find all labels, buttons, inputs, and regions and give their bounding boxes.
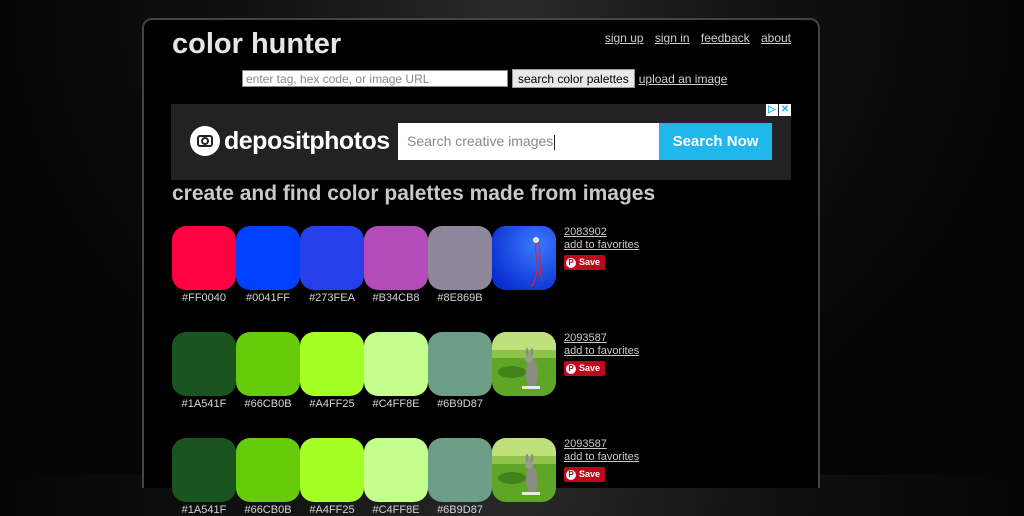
- add-to-favorites-link[interactable]: add to favorites: [564, 451, 639, 464]
- swatch-color-block[interactable]: [428, 226, 492, 290]
- ad-banner[interactable]: depositphotos Search creative images Sea…: [171, 104, 791, 180]
- palette-swatches: #FF0040 #0041FF #273FEA #B34CB8 #8E869B 20839…: [172, 226, 639, 304]
- search-bar: search color palettes upload an image: [242, 69, 727, 88]
- hex-code: #C4FF8E: [372, 398, 420, 410]
- text-caret: [554, 134, 556, 150]
- hex-code: #FF0040: [181, 292, 227, 304]
- swatch-color-block[interactable]: [364, 332, 428, 396]
- feedback-link[interactable]: feedback: [701, 31, 750, 45]
- ad-close-icon[interactable]: ✕: [779, 104, 791, 116]
- hex-code: #6B9D87: [437, 504, 483, 516]
- ad-info-icon[interactable]: ▷: [766, 104, 778, 116]
- swatch-color-block[interactable]: [300, 226, 364, 290]
- swatch-color-block[interactable]: [364, 438, 428, 502]
- palette-id-link[interactable]: 2083902: [564, 226, 639, 239]
- palette-row: #1A541F #66CB0B #A4FF25 #C4FF8E #6B9D87 20935…: [172, 438, 639, 516]
- swatch-color-block[interactable]: [428, 438, 492, 502]
- top-nav: sign up sign in feedback about: [597, 31, 791, 45]
- palette-row: #FF0040 #0041FF #273FEA #B34CB8 #8E869B 20839…: [172, 226, 639, 304]
- add-to-favorites-link[interactable]: add to favorites: [564, 345, 639, 358]
- color-swatch[interactable]: #A4FF25: [300, 438, 364, 516]
- add-to-favorites-link[interactable]: add to favorites: [564, 239, 639, 252]
- color-swatch[interactable]: #FF0040: [172, 226, 236, 304]
- ad-brand-name: depositphotos: [224, 126, 390, 155]
- hex-code: #8E869B: [437, 292, 483, 304]
- hex-code: #B34CB8: [372, 292, 420, 304]
- ad-search-input[interactable]: Search creative images: [398, 123, 659, 160]
- palette-meta: 2083902 add to favorites P Save: [564, 226, 639, 304]
- sign-in-link[interactable]: sign in: [655, 31, 690, 45]
- color-swatch[interactable]: #C4FF8E: [364, 332, 428, 410]
- site-logo[interactable]: color hunter: [172, 28, 341, 61]
- palette-thumbnail[interactable]: [492, 332, 556, 410]
- swatch-color-block[interactable]: [428, 332, 492, 396]
- palette-thumbnail[interactable]: [492, 438, 556, 516]
- color-swatch[interactable]: #8E869B: [428, 226, 492, 304]
- thumbnail-image[interactable]: [492, 438, 556, 502]
- palette-swatches: #1A541F #66CB0B #A4FF25 #C4FF8E #6B9D87 20935…: [172, 438, 639, 516]
- palette-row: #1A541F #66CB0B #A4FF25 #C4FF8E #6B9D87 20935…: [172, 332, 639, 410]
- color-swatch[interactable]: #6B9D87: [428, 438, 492, 516]
- search-input[interactable]: [242, 70, 508, 87]
- swatch-color-block[interactable]: [364, 226, 428, 290]
- color-swatch[interactable]: #A4FF25: [300, 332, 364, 410]
- swatch-color-block[interactable]: [236, 438, 300, 502]
- swatch-color-block[interactable]: [300, 332, 364, 396]
- hex-code: #A4FF25: [309, 398, 355, 410]
- ad-choices[interactable]: ▷ ✕: [765, 104, 791, 116]
- palette-meta: 2093587 add to favorites P Save: [564, 332, 639, 410]
- hex-code: #0041FF: [245, 292, 291, 304]
- page-heading: create and find color palettes made from…: [172, 182, 656, 205]
- save-label: Save: [579, 257, 601, 267]
- hex-code: #1A541F: [181, 504, 227, 516]
- hex-code: #C4FF8E: [372, 504, 420, 516]
- hex-code: #66CB0B: [244, 398, 292, 410]
- ad-search-placeholder: Search creative images: [407, 133, 554, 149]
- swatch-color-block[interactable]: [236, 226, 300, 290]
- ad-search-button[interactable]: Search Now: [659, 123, 772, 160]
- palette-meta: 2093587 add to favorites P Save: [564, 438, 639, 516]
- pinterest-save-button[interactable]: P Save: [564, 255, 606, 270]
- hex-code: #1A541F: [181, 398, 227, 410]
- save-label: Save: [579, 363, 601, 373]
- search-button[interactable]: search color palettes: [512, 69, 635, 88]
- color-swatch[interactable]: #B34CB8: [364, 226, 428, 304]
- ad-brand: depositphotos: [190, 126, 390, 156]
- color-swatch[interactable]: #0041FF: [236, 226, 300, 304]
- pinterest-save-button[interactable]: P Save: [564, 361, 606, 376]
- swatch-color-block[interactable]: [172, 438, 236, 502]
- palette-swatches: #1A541F #66CB0B #A4FF25 #C4FF8E #6B9D87 20935…: [172, 332, 639, 410]
- hex-code: #66CB0B: [244, 504, 292, 516]
- color-swatch[interactable]: #66CB0B: [236, 332, 300, 410]
- upload-image-link[interactable]: upload an image: [639, 72, 728, 86]
- hex-code: #6B9D87: [437, 398, 483, 410]
- palette-id-link[interactable]: 2093587: [564, 438, 639, 451]
- color-swatch[interactable]: #1A541F: [172, 438, 236, 516]
- thumbnail-image[interactable]: [492, 332, 556, 396]
- pinterest-icon: P: [566, 257, 576, 268]
- color-swatch[interactable]: #1A541F: [172, 332, 236, 410]
- color-swatch[interactable]: #66CB0B: [236, 438, 300, 516]
- about-link[interactable]: about: [761, 31, 791, 45]
- camera-icon: [190, 126, 220, 156]
- swatch-color-block[interactable]: [172, 226, 236, 290]
- swatch-color-block[interactable]: [172, 332, 236, 396]
- sign-up-link[interactable]: sign up: [605, 31, 644, 45]
- color-swatch[interactable]: #273FEA: [300, 226, 364, 304]
- thumbnail-image[interactable]: [492, 226, 556, 290]
- palette-thumbnail[interactable]: [492, 226, 556, 304]
- palette-id-link[interactable]: 2093587: [564, 332, 639, 345]
- pinterest-icon: P: [566, 363, 576, 374]
- color-swatch[interactable]: #C4FF8E: [364, 438, 428, 516]
- hex-code: #273FEA: [309, 292, 355, 304]
- page-container: color hunter sign up sign in feedback ab…: [142, 18, 820, 516]
- swatch-color-block[interactable]: [300, 438, 364, 502]
- hex-code: #A4FF25: [309, 504, 355, 516]
- color-swatch[interactable]: #6B9D87: [428, 332, 492, 410]
- swatch-color-block[interactable]: [236, 332, 300, 396]
